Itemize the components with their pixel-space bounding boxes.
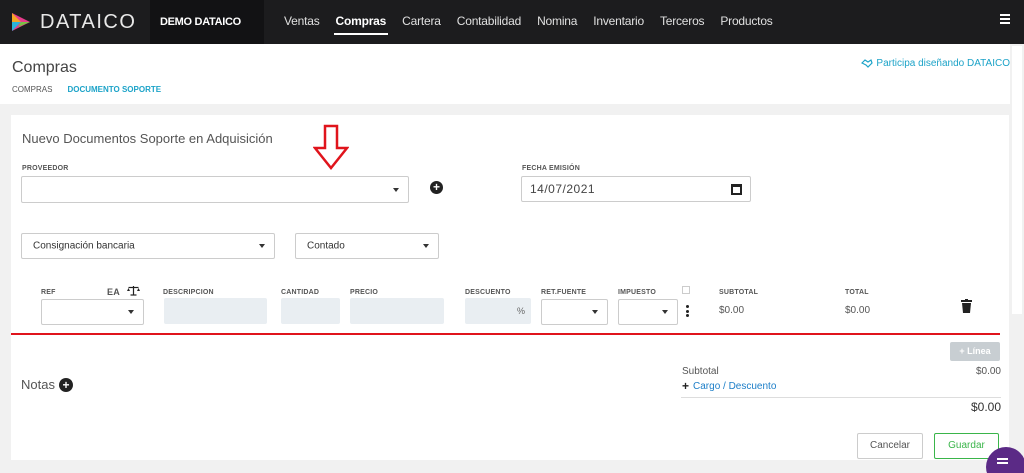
line-total: $0.00 — [845, 305, 871, 316]
hamburger-menu-icon[interactable] — [1000, 14, 1010, 24]
add-line-button[interactable]: + Línea — [950, 342, 1000, 361]
col-header-descripcion: DESCRIPCION — [163, 289, 214, 296]
company-name[interactable]: DEMO DATAICO SAS — [150, 0, 264, 72]
nav-item-nomina[interactable]: Nomina — [529, 0, 585, 44]
main-nav: Ventas Compras Cartera Contabilidad Nomina In… — [276, 0, 781, 44]
nav-item-cartera[interactable]: Cartera — [394, 0, 449, 44]
trash-icon[interactable] — [961, 299, 972, 313]
participa-link[interactable]: Participa diseñando DATAICO — [861, 58, 1010, 69]
plus-icon: + — [682, 379, 690, 393]
col-header-ref: REF — [41, 289, 56, 296]
proveedor-label: PROVEEDOR — [22, 165, 69, 172]
chevron-down-icon — [128, 310, 134, 314]
breadcrumb: COMPRAS DOCUMENTO SOPORTE — [12, 85, 161, 94]
col-header-cantidad: CANTIDAD — [281, 289, 320, 296]
descuento-percent-unit: % — [516, 306, 525, 316]
nav-item-terceros[interactable]: Terceros — [652, 0, 712, 44]
payment-term-select[interactable]: Contado — [295, 233, 439, 259]
cancel-button[interactable]: Cancelar — [857, 433, 923, 459]
subtotal-value: $0.00 — [975, 366, 1001, 377]
cargo-descuento-link[interactable]: + Cargo / Descuento — [682, 379, 776, 393]
nav-item-inventario[interactable]: Inventario — [585, 0, 652, 44]
breadcrumb-documento-soporte[interactable]: DOCUMENTO SOPORTE — [67, 85, 161, 94]
brand[interactable]: DATAICO — [0, 0, 150, 44]
cargo-descuento-label: Cargo / Descuento — [693, 380, 777, 392]
page-header: Compras COMPRAS DOCUMENTO SOPORTE Partic… — [0, 44, 1010, 104]
col-header-total: TOTAL — [845, 289, 869, 296]
col-header-precio: PRECIO — [350, 289, 379, 296]
payment-method-value: Consignación bancaria — [33, 240, 135, 252]
impuesto-checkbox[interactable] — [682, 286, 690, 294]
chevron-down-icon — [592, 310, 598, 314]
page-title: Compras — [12, 59, 77, 76]
proveedor-select[interactable] — [21, 176, 409, 203]
fecha-emision-label: FECHA EMISIÓN — [522, 165, 580, 172]
calendar-icon[interactable] — [731, 184, 742, 195]
add-nota-plus-icon[interactable]: + — [58, 377, 73, 392]
more-vertical-icon[interactable] — [686, 305, 689, 319]
document-form-card: Nuevo Documentos Soporte en Adquisición … — [11, 115, 1009, 460]
ret-fuente-select[interactable] — [541, 299, 608, 325]
chevron-down-icon — [259, 244, 265, 248]
dataico-logo-icon — [12, 13, 30, 31]
notas-section: Notas + — [21, 377, 73, 392]
subtotal-label: Subtotal — [682, 366, 719, 377]
cantidad-input[interactable] — [281, 298, 340, 324]
top-navbar: DATAICO DEMO DATAICO SAS VentasComprasCa… — [0, 0, 1024, 72]
scrollbar-thumb[interactable] — [1012, 46, 1022, 314]
annotation-arrow-down-icon — [313, 124, 349, 171]
annotation-red-line — [11, 333, 1000, 335]
nav-item-compras[interactable]: Compras — [328, 0, 395, 44]
totals-divider — [681, 397, 1001, 398]
notas-label: Notas — [21, 377, 55, 392]
col-header-subtotal: SUBTOTAL — [719, 289, 759, 296]
add-proveedor-plus-icon[interactable]: + — [430, 181, 443, 194]
participa-label: Participa diseñando DATAICO — [876, 58, 1010, 69]
payment-method-select[interactable]: Consignación bancaria — [21, 233, 275, 259]
fecha-emision-value: 14/07/2021 — [530, 182, 596, 196]
breadcrumb-compras[interactable]: COMPRAS — [12, 85, 52, 94]
col-header-impuesto: IMPUESTO — [618, 289, 657, 296]
precio-input[interactable] — [350, 298, 444, 324]
chevron-down-icon — [662, 310, 668, 314]
ref-select[interactable] — [41, 299, 144, 325]
brand-name: DATAICO — [40, 10, 137, 33]
payment-term-value: Contado — [307, 240, 345, 252]
fecha-emision-input[interactable]: 14/07/2021 — [521, 176, 751, 202]
scale-balance-icon[interactable] — [127, 285, 140, 296]
chevron-down-icon — [423, 244, 429, 248]
nav-item-ventas[interactable]: Ventas — [276, 0, 328, 44]
col-header-ret-fuente: RET.FUENTE — [541, 289, 587, 296]
line-subtotal: $0.00 — [719, 305, 745, 316]
nav-item-productos[interactable]: Productos — [712, 0, 780, 44]
handshake-icon — [861, 59, 874, 68]
col-header-ea: EA — [107, 287, 120, 297]
descuento-input[interactable]: % — [465, 298, 531, 324]
nav-item-contabilidad[interactable]: Contabilidad — [449, 0, 529, 44]
descripcion-input[interactable] — [164, 298, 267, 324]
impuesto-select[interactable] — [618, 299, 678, 325]
chevron-down-icon — [393, 187, 399, 192]
grand-total: $0.00 — [970, 400, 1001, 414]
col-header-descuento: DESCUENTO — [465, 289, 511, 296]
form-title: Nuevo Documentos Soporte en Adquisición — [22, 131, 273, 146]
